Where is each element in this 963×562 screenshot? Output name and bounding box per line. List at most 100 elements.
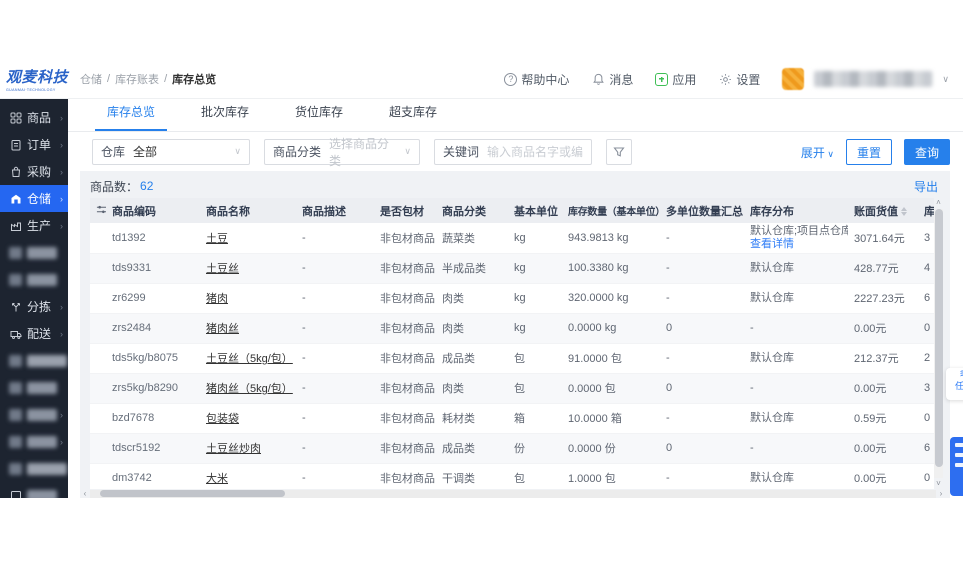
sidebar-nav: 商品 › 订单 › 采购 › 仓储 › 生产 › 分拣 › 配送 › › › bbox=[0, 99, 68, 498]
tab-inventory-overview[interactable]: 库存总览 bbox=[95, 103, 168, 131]
sidebar-item-sorting[interactable]: 分拣 › bbox=[0, 293, 68, 320]
cell-description: - bbox=[302, 382, 306, 394]
vertical-scroll-thumb[interactable] bbox=[934, 209, 943, 467]
col-header-stock-sortable[interactable]: 库存数量（基本单位） bbox=[562, 198, 660, 223]
advanced-filter-button[interactable] bbox=[606, 138, 632, 165]
sidebar-item-redacted[interactable]: › bbox=[0, 428, 68, 455]
scroll-left-arrow[interactable]: ‹ bbox=[80, 489, 90, 498]
sidebar-item-redacted[interactable] bbox=[0, 374, 68, 401]
product-name-link[interactable]: 土豆 bbox=[206, 233, 228, 245]
brand-logo[interactable]: 观麦科技 GUANMAI·TECHNOLOGY bbox=[0, 66, 68, 92]
product-name-link[interactable]: 大米 bbox=[206, 473, 228, 485]
keyword-input[interactable] bbox=[487, 144, 583, 159]
sidebar-item-delivery[interactable]: 配送 › bbox=[0, 320, 68, 347]
warehouse-select[interactable]: 仓库 全部 ∨ bbox=[92, 138, 250, 165]
cell-is-packaging: 非包材商品 bbox=[380, 293, 435, 305]
search-button[interactable]: 查询 bbox=[903, 139, 950, 165]
sidebar-item-products[interactable]: 商品 › bbox=[0, 104, 68, 131]
avatar bbox=[782, 68, 805, 90]
product-name-link[interactable]: 包装袋 bbox=[206, 413, 239, 425]
product-name-link[interactable]: 土豆丝炒肉 bbox=[206, 443, 261, 455]
cell-is-packaging: 非包材商品 bbox=[380, 383, 435, 395]
tab-batch-inventory[interactable]: 批次库存 bbox=[189, 103, 261, 131]
sidebar-item-redacted[interactable]: › bbox=[0, 401, 68, 428]
col-header-desc: 商品描述 bbox=[302, 205, 346, 218]
cell-is-packaging: 非包材商品 bbox=[380, 323, 435, 335]
table-row: td1392 土豆 - 非包材商品 蔬菜类 kg 943.9813 kg - 默… bbox=[90, 223, 934, 253]
sidebar-item-warehouse-active[interactable]: 仓储 › bbox=[0, 185, 68, 212]
horizontal-scroll-thumb[interactable] bbox=[100, 490, 285, 497]
apps-button[interactable]: 应用 bbox=[655, 71, 696, 88]
cell-product-code: tds9331 bbox=[112, 262, 152, 274]
cell-base-unit: 包 bbox=[514, 353, 525, 365]
chevron-right-icon: › bbox=[60, 193, 63, 204]
help-icon: ? bbox=[504, 72, 518, 86]
sidebar-item-redacted[interactable] bbox=[0, 482, 68, 498]
task-float-button[interactable]: ≋ 任务 bbox=[946, 368, 963, 400]
horizontal-scrollbar[interactable]: ‹ › bbox=[80, 489, 946, 498]
cell-product-code: zrs5kg/b8290 bbox=[112, 382, 179, 394]
tab-location-inventory[interactable]: 货位库存 bbox=[283, 103, 355, 131]
apps-icon bbox=[655, 72, 669, 86]
expand-filters-link[interactable]: 展开 ∨ bbox=[801, 144, 834, 161]
sidebar-item-production[interactable]: 生产 › bbox=[0, 212, 68, 239]
redacted-icon bbox=[9, 435, 22, 448]
cell-product-code: td1392 bbox=[112, 231, 146, 244]
cell-clipped-value: 0 bbox=[924, 472, 931, 484]
sidebar-item-redacted[interactable] bbox=[0, 266, 68, 293]
floating-side-panel[interactable] bbox=[950, 437, 963, 496]
export-link[interactable]: 导出 bbox=[914, 178, 938, 195]
cell-category: 蔬菜类 bbox=[442, 232, 475, 245]
cell-book-value: 0.00元 bbox=[854, 383, 887, 395]
tab-overrun-inventory[interactable]: 超支库存 bbox=[377, 103, 449, 131]
chevron-down-icon: ∨ bbox=[234, 146, 241, 156]
funnel-icon bbox=[613, 146, 625, 157]
cell-is-packaging: 非包材商品 bbox=[380, 263, 435, 275]
sidebar-item-purchase[interactable]: 采购 › bbox=[0, 158, 68, 185]
breadcrumb-warehouse[interactable]: 仓储 bbox=[80, 71, 102, 87]
column-settings-header[interactable] bbox=[90, 198, 106, 223]
cell-clipped-value: 3 bbox=[924, 231, 931, 244]
scroll-right-arrow[interactable]: › bbox=[936, 489, 946, 498]
keyword-field[interactable]: 关键词 bbox=[434, 138, 592, 165]
cell-book-value: 0.59元 bbox=[854, 413, 887, 425]
username-redacted bbox=[814, 71, 933, 87]
sort-icon[interactable] bbox=[901, 206, 907, 217]
user-menu[interactable]: ∨ bbox=[782, 68, 949, 90]
cell-clipped-value: 2 bbox=[924, 352, 931, 364]
settings-button[interactable]: 设置 bbox=[718, 71, 760, 88]
scroll-down-arrow[interactable]: ˅ bbox=[934, 479, 943, 489]
app-window: 观麦科技 GUANMAI·TECHNOLOGY 仓储 / 库存账表 / 库存总览… bbox=[0, 0, 963, 562]
product-name-link[interactable]: 猪肉丝 bbox=[206, 323, 239, 335]
cell-book-value: 0.00元 bbox=[854, 443, 887, 455]
category-select[interactable]: 商品分类 选择商品分类 ∨ bbox=[264, 137, 420, 168]
messages-button[interactable]: 消息 bbox=[591, 71, 633, 88]
cell-category: 耗材类 bbox=[442, 413, 475, 425]
cell-is-packaging: 非包材商品 bbox=[380, 443, 435, 455]
sidebar-item-redacted[interactable] bbox=[0, 455, 68, 482]
vertical-scrollbar[interactable]: ˄ ˅ bbox=[934, 198, 943, 489]
view-detail-link[interactable]: 查看详情 bbox=[750, 238, 842, 251]
cell-multi-unit-summary: - bbox=[666, 231, 670, 244]
scroll-up-arrow[interactable]: ˄ bbox=[934, 198, 943, 208]
cell-category: 干调类 bbox=[442, 473, 475, 485]
product-name-link[interactable]: 土豆丝 bbox=[206, 263, 239, 275]
chevron-right-icon: › bbox=[60, 139, 63, 150]
redacted-icon bbox=[9, 462, 22, 475]
col-header-book-value-sortable[interactable]: 账面货值 bbox=[848, 198, 918, 223]
chevron-right-icon: › bbox=[60, 409, 63, 420]
sidebar-item-redacted[interactable] bbox=[0, 347, 68, 374]
cell-stock-quantity: 943.9813 kg bbox=[568, 231, 629, 244]
cell-distribution: 默认仓库 bbox=[750, 351, 794, 364]
sidebar-item-orders[interactable]: 订单 › bbox=[0, 131, 68, 158]
reset-button[interactable]: 重置 bbox=[845, 139, 892, 165]
sidebar-item-redacted[interactable] bbox=[0, 239, 68, 266]
product-name-link[interactable]: 土豆丝（5kg/包） bbox=[206, 353, 293, 365]
product-count-value: 62 bbox=[140, 179, 154, 193]
product-name-link[interactable]: 猪肉丝（5kg/包） bbox=[206, 383, 293, 395]
help-center-button[interactable]: ? 帮助中心 bbox=[504, 71, 569, 88]
cell-category: 半成品类 bbox=[442, 263, 486, 275]
breadcrumb-inventory-report[interactable]: 库存账表 bbox=[115, 71, 159, 87]
product-name-link[interactable]: 猪肉 bbox=[206, 293, 228, 305]
sorting-split-icon bbox=[9, 300, 22, 313]
